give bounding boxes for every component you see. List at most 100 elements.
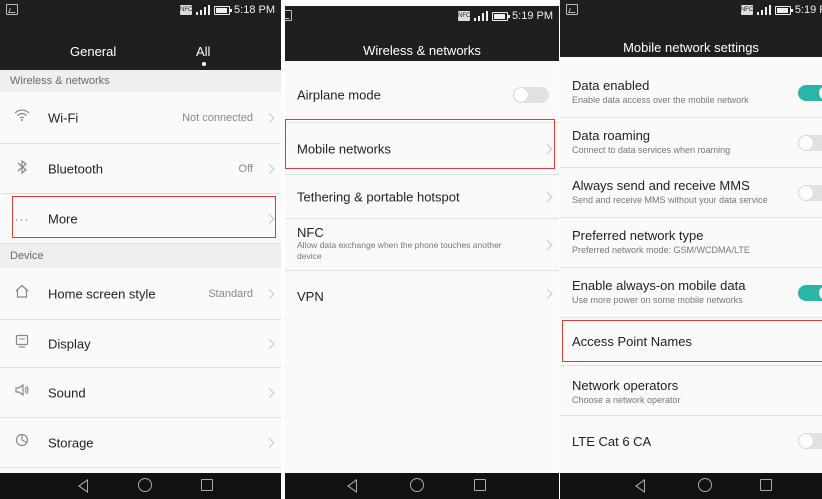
item-label: Home screen style — [48, 286, 156, 301]
screenshot-icon — [285, 10, 292, 21]
screenshot-icon — [6, 4, 18, 15]
item-label: Airplane mode — [297, 87, 381, 102]
settings-item-always-on-data[interactable]: Enable always-on mobile data Use more po… — [560, 268, 822, 318]
settings-item-home-screen-style[interactable]: Home screen style Standard — [0, 268, 281, 320]
item-subtitle: Enable data access over the mobile netwo… — [572, 95, 749, 105]
item-value: Standard — [208, 287, 253, 300]
mms-toggle[interactable] — [798, 184, 822, 201]
settings-item-tethering[interactable]: Tethering & portable hotspot — [285, 175, 559, 219]
settings-item-preferred-network-type[interactable]: Preferred network type Preferred network… — [560, 218, 822, 268]
settings-all-screen: NFC 5:18 PM General All Wireless & netwo… — [0, 0, 281, 499]
settings-item-access-point-names[interactable]: Access Point Names — [560, 318, 822, 366]
battery-icon — [774, 5, 793, 15]
page-title: Mobile network settings — [623, 40, 759, 55]
item-label: Wi-Fi — [48, 110, 79, 125]
navigation-bar — [285, 473, 559, 499]
item-label: Preferred network type — [572, 228, 704, 243]
chevron-right-icon — [542, 143, 553, 154]
recent-apps-icon[interactable] — [760, 479, 772, 491]
chevron-right-icon — [542, 191, 553, 202]
signal-icon — [474, 11, 489, 21]
item-subtitle: Connect to data services when roaming — [572, 145, 731, 155]
home-button-icon[interactable] — [410, 478, 424, 492]
section-header: Device — [0, 244, 281, 268]
home-button-icon[interactable] — [138, 478, 152, 492]
back-icon[interactable] — [78, 479, 88, 493]
data-enabled-toggle[interactable] — [798, 84, 822, 101]
recent-apps-icon[interactable] — [201, 479, 213, 491]
item-label: Bluetooth — [48, 161, 103, 176]
chevron-right-icon — [264, 112, 275, 123]
status-time: 5:19 PM — [512, 10, 553, 22]
settings-item-vpn[interactable]: VPN — [285, 271, 559, 319]
settings-item-mobile-networks[interactable]: Mobile networks — [285, 123, 559, 175]
sound-icon — [12, 383, 32, 403]
settings-item-display[interactable]: Display — [0, 320, 281, 368]
settings-item-data-roaming[interactable]: Data roaming Connect to data services wh… — [560, 118, 822, 168]
back-icon[interactable] — [347, 479, 357, 493]
settings-item-mms[interactable]: Always send and receive MMS Send and rec… — [560, 168, 822, 218]
screenshot-icon — [566, 4, 578, 15]
item-label: Access Point Names — [572, 334, 692, 349]
header: NFC 5:19 PM Wireless & networks — [285, 6, 559, 61]
settings-item-airplane-mode[interactable]: Airplane mode — [285, 67, 559, 123]
item-label: Network operators — [572, 378, 679, 393]
status-bar: NFC 5:19 F — [560, 0, 822, 22]
settings-item-more[interactable]: ··· More — [0, 194, 281, 244]
section-header: Wireless & networks — [0, 70, 281, 92]
item-label: VPN — [297, 289, 324, 304]
settings-item-storage[interactable]: Storage — [0, 418, 281, 468]
data-roaming-toggle[interactable] — [798, 134, 822, 151]
header: NFC 5:19 F Mobile network settings — [560, 0, 822, 57]
navigation-bar — [560, 473, 822, 499]
settings-item-nfc[interactable]: NFC Allow data exchange when the phone t… — [285, 219, 559, 271]
settings-item-wifi[interactable]: Wi-Fi Not connected — [0, 92, 281, 144]
settings-item-network-operators[interactable]: Network operators Choose a network opera… — [560, 366, 822, 416]
status-bar: NFC 5:18 PM — [0, 0, 281, 22]
chevron-right-icon — [264, 163, 275, 174]
chevron-right-icon — [264, 387, 275, 398]
chevron-right-icon — [542, 289, 553, 299]
nfc-icon: NFC — [180, 5, 193, 15]
back-icon[interactable] — [635, 479, 645, 493]
settings-item-bluetooth[interactable]: Bluetooth Off — [0, 144, 281, 194]
item-label: Data roaming — [572, 128, 651, 143]
settings-item-lte-cat6[interactable]: LTE Cat 6 CA — [560, 416, 822, 466]
lte-cat6-toggle[interactable] — [798, 433, 822, 449]
item-subtitle: Allow data exchange when the phone touch… — [297, 240, 502, 261]
recent-apps-icon[interactable] — [474, 479, 486, 491]
item-subtitle: Preferred network mode: GSM/WCDMA/LTE — [572, 245, 750, 255]
header: NFC 5:18 PM General All — [0, 0, 281, 70]
signal-icon — [756, 5, 771, 15]
nfc-icon: NFC — [740, 5, 754, 15]
tab-general[interactable]: General — [70, 44, 116, 59]
settings-item-data-enabled[interactable]: Data enabled Enable data access over the… — [560, 68, 822, 118]
chevron-right-icon — [264, 213, 275, 224]
more-icon: ··· — [14, 211, 30, 226]
home-button-icon[interactable] — [698, 478, 712, 492]
status-time: 5:18 PM — [234, 4, 275, 16]
chevron-right-icon — [542, 239, 553, 250]
always-on-data-toggle[interactable] — [798, 284, 822, 301]
chevron-right-icon — [264, 338, 275, 349]
item-subtitle: Send and receive MMS without your data s… — [572, 195, 768, 205]
navigation-bar — [0, 473, 281, 499]
chevron-right-icon — [264, 288, 275, 299]
item-label: Tethering & portable hotspot — [297, 189, 460, 204]
active-tab-indicator — [202, 62, 206, 66]
airplane-mode-toggle[interactable] — [513, 86, 549, 103]
tab-all[interactable]: All — [196, 44, 210, 59]
mobile-network-settings-screen: NFC 5:19 F Mobile network settings Data … — [560, 0, 822, 499]
item-label: NFC — [297, 225, 324, 240]
item-label: Sound — [48, 385, 86, 400]
storage-icon — [12, 433, 32, 453]
item-subtitle: Choose a network operator — [572, 395, 681, 405]
chevron-right-icon — [264, 437, 275, 448]
item-subtitle: Use more power on some mobile networks — [572, 295, 743, 305]
item-label: LTE Cat 6 CA — [572, 434, 652, 449]
item-label: Data enabled — [572, 78, 650, 93]
item-value: Off — [238, 162, 253, 175]
item-label: Always send and receive MMS — [572, 178, 750, 193]
item-label: Storage — [48, 435, 94, 450]
settings-item-sound[interactable]: Sound — [0, 368, 281, 418]
